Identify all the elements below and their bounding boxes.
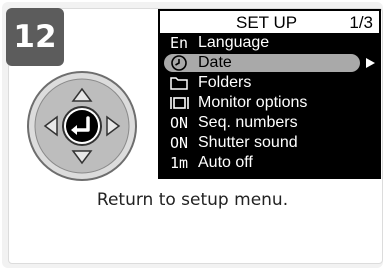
menu-item-label: Language [198, 34, 270, 51]
menu-page-indicator: 1/3 [349, 13, 373, 32]
menu-item-label: Folders [198, 74, 252, 91]
menu-title: SET UP [236, 13, 298, 32]
multi-selector-graphic [27, 71, 137, 181]
menu-item-label: Monitor options [198, 94, 308, 111]
setup-menu-list: En Language Date Folders Monitor options… [160, 33, 379, 177]
shutter-sound-icon: ON [169, 134, 189, 152]
menu-item-auto-off[interactable]: 1m Auto off [164, 153, 375, 173]
menu-item-seq-numbers[interactable]: ON Seq. numbers [164, 113, 375, 133]
language-icon: En [169, 34, 189, 52]
menu-item-label: Shutter sound [198, 134, 298, 151]
folder-icon [164, 73, 194, 93]
seq-numbers-icon: ON [169, 114, 189, 132]
menu-item-date[interactable]: Date [164, 53, 375, 73]
monitor-icon [164, 93, 194, 113]
menu-item-folders[interactable]: Folders [164, 73, 375, 93]
menu-item-label: Auto off [198, 154, 253, 171]
clock-icon [164, 53, 194, 73]
instruction-caption: Return to setup menu. [96, 190, 289, 210]
camera-lcd-screen: SET UP 1/3 En Language Date Folders Moni… [158, 9, 381, 179]
multi-selector[interactable] [26, 70, 138, 182]
menu-item-language[interactable]: En Language [164, 33, 375, 53]
menu-item-shutter-sound[interactable]: ON Shutter sound [164, 133, 375, 153]
step-number-badge: 12 [6, 8, 64, 66]
menu-header: SET UP 1/3 [160, 11, 379, 33]
submenu-arrow-icon [366, 58, 375, 68]
menu-item-monitor-options[interactable]: Monitor options [164, 93, 375, 113]
menu-item-label: Seq. numbers [198, 114, 298, 131]
auto-off-icon: 1m [169, 154, 189, 172]
menu-item-label: Date [198, 54, 232, 71]
